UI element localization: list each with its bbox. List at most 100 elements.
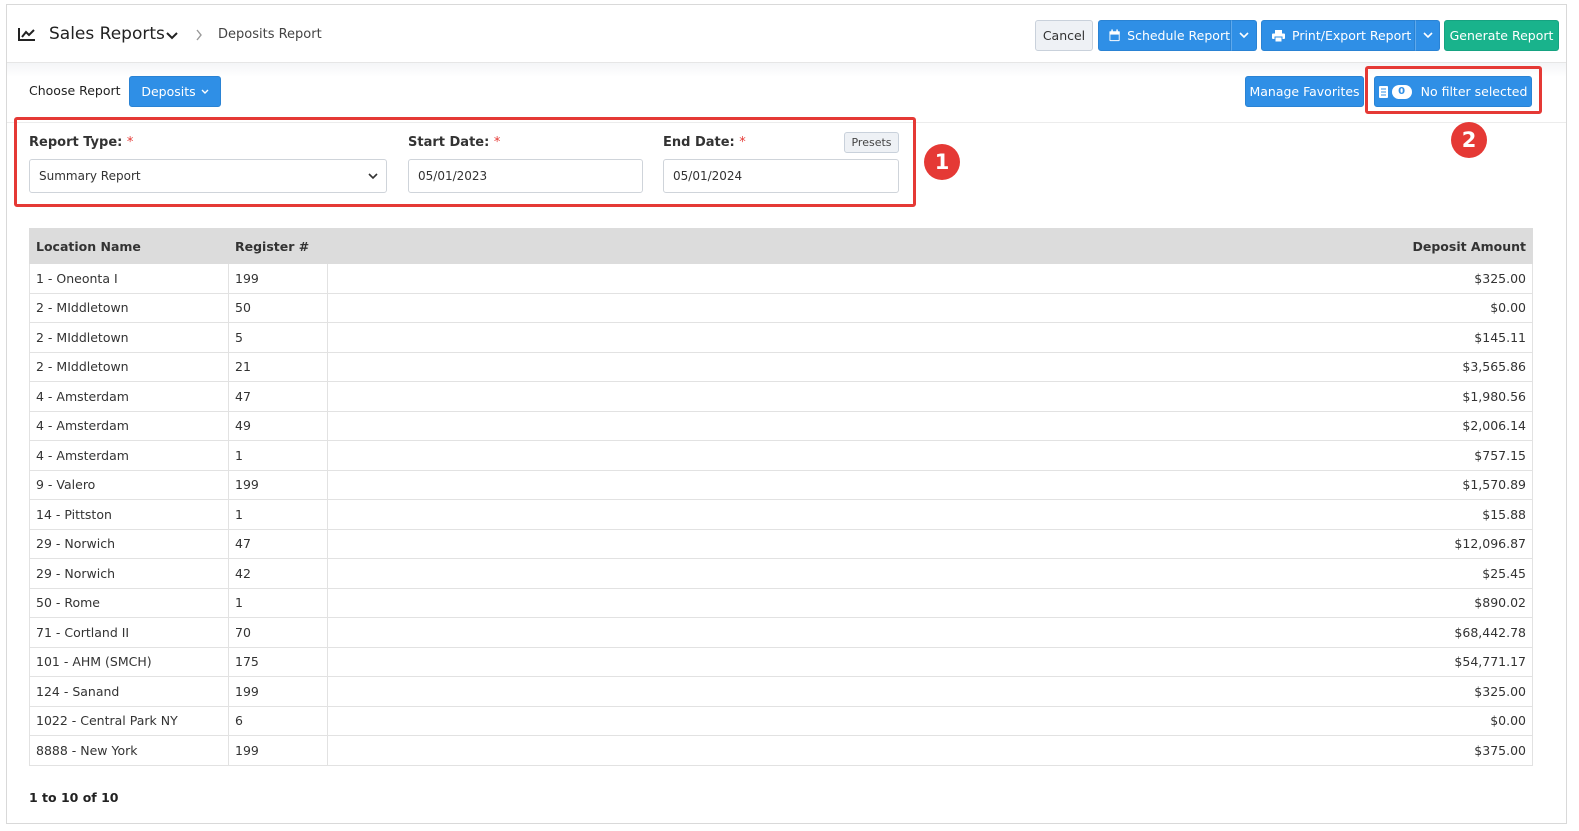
chevron-down-icon: [1239, 32, 1249, 39]
cell-register: 199: [228, 263, 328, 294]
cell-location: 4 - Amsterdam: [29, 410, 229, 441]
table-row[interactable]: 2 - MIddletown 5 $145.11: [29, 322, 1533, 353]
table-header-row: Location Name Register # Deposit Amount: [29, 228, 1533, 264]
report-type-value: Summary Report: [39, 169, 141, 183]
table-row[interactable]: 124 - Sanand 199 $325.00: [29, 676, 1533, 707]
cell-location: 29 - Norwich: [29, 558, 229, 589]
cell-amount: $325.00: [327, 263, 1533, 294]
end-date-input[interactable]: 05/01/2024: [663, 159, 899, 193]
table-row[interactable]: 8888 - New York 199 $375.00: [29, 735, 1533, 766]
schedule-report-label: Schedule Report: [1127, 28, 1230, 43]
cell-location: 2 - MIddletown: [29, 292, 229, 323]
cell-amount: $1,570.89: [327, 469, 1533, 500]
column-header-amount[interactable]: Deposit Amount: [327, 228, 1533, 264]
print-export-label: Print/Export Report: [1292, 28, 1412, 43]
cell-location: 4 - Amsterdam: [29, 381, 229, 412]
column-header-location[interactable]: Location Name: [29, 228, 229, 264]
cell-location: 4 - Amsterdam: [29, 440, 229, 471]
cell-register: 47: [228, 381, 328, 412]
table-row[interactable]: 101 - AHM (SMCH) 175 $54,771.17: [29, 646, 1533, 677]
printer-icon: [1272, 29, 1285, 42]
table-body: 1 - Oneonta I 199 $325.00 2 - MIddletown 50 $…: [29, 263, 1533, 766]
cell-amount: $0.00: [327, 292, 1533, 323]
cell-amount: $325.00: [327, 676, 1533, 707]
cell-register: 1: [228, 440, 328, 471]
start-date-label: Start Date: *: [408, 135, 501, 150]
chevron-down-icon: [368, 173, 378, 180]
cell-location: 2 - MIddletown: [29, 351, 229, 382]
cell-register: 47: [228, 528, 328, 559]
calendar-icon: [1109, 29, 1120, 42]
end-date-label: End Date: *: [663, 135, 746, 150]
cell-location: 101 - AHM (SMCH): [29, 646, 229, 677]
pagination-info: 1 to 10 of 10: [29, 790, 119, 805]
page-title[interactable]: Sales Reports: [49, 24, 165, 44]
table-row[interactable]: 2 - MIddletown 50 $0.00: [29, 292, 1533, 323]
chevron-down-icon: [1422, 32, 1433, 39]
cell-location: 29 - Norwich: [29, 528, 229, 559]
start-date-value: 05/01/2023: [418, 169, 488, 183]
deposits-table-wrap: Location Name Register # Deposit Amount …: [29, 228, 1533, 766]
cell-register: 199: [228, 469, 328, 500]
table-row[interactable]: 9 - Valero 199 $1,570.89: [29, 469, 1533, 500]
table-row[interactable]: 71 - Cortland II 70 $68,442.78: [29, 617, 1533, 648]
cell-amount: $375.00: [327, 735, 1533, 766]
print-export-button[interactable]: Print/Export Report: [1261, 20, 1415, 51]
report-selector-dropdown[interactable]: Deposits: [129, 76, 221, 107]
schedule-report-button[interactable]: Schedule Report: [1098, 20, 1231, 51]
report-selector-label: Deposits: [141, 84, 196, 99]
cell-register: 49: [228, 410, 328, 441]
cell-register: 50: [228, 292, 328, 323]
end-date-value: 05/01/2024: [673, 169, 743, 183]
cell-location: 9 - Valero: [29, 469, 229, 500]
generate-report-button[interactable]: Generate Report: [1444, 20, 1559, 51]
cell-amount: $890.02: [327, 587, 1533, 618]
table-row[interactable]: 1022 - Central Park NY 6 $0.00: [29, 705, 1533, 736]
table-row[interactable]: 14 - Pittston 1 $15.88: [29, 499, 1533, 530]
presets-label: Presets: [851, 136, 892, 149]
cell-amount: $145.11: [327, 322, 1533, 353]
column-header-register[interactable]: Register #: [228, 228, 328, 264]
table-row[interactable]: 1 - Oneonta I 199 $325.00: [29, 263, 1533, 294]
cancel-button[interactable]: Cancel: [1035, 20, 1093, 51]
report-type-label: Report Type: *: [29, 135, 134, 150]
start-date-input[interactable]: 05/01/2023: [408, 159, 643, 193]
cell-location: 50 - Rome: [29, 587, 229, 618]
table-row[interactable]: 50 - Rome 1 $890.02: [29, 587, 1533, 618]
manage-favorites-label: Manage Favorites: [1249, 84, 1360, 99]
choose-report-label: Choose Report: [29, 83, 121, 98]
cancel-button-label: Cancel: [1042, 28, 1086, 43]
table-row[interactable]: 29 - Norwich 47 $12,096.87: [29, 528, 1533, 559]
chevron-down-icon[interactable]: [166, 32, 178, 40]
annotation-marker-1: 1: [924, 144, 960, 180]
cell-amount: $1,980.56: [327, 381, 1533, 412]
required-mark: *: [126, 135, 134, 150]
line-chart-icon: [18, 28, 35, 41]
annotation-marker-2: 2: [1451, 122, 1487, 158]
table-row[interactable]: 4 - Amsterdam 1 $757.15: [29, 440, 1533, 471]
table-row[interactable]: 29 - Norwich 42 $25.45: [29, 558, 1533, 589]
cell-register: 199: [228, 676, 328, 707]
cell-amount: $0.00: [327, 705, 1533, 736]
cell-amount: $757.15: [327, 440, 1533, 471]
required-mark: *: [493, 135, 501, 150]
cell-amount: $15.88: [327, 499, 1533, 530]
cell-location: 124 - Sanand: [29, 676, 229, 707]
table-row[interactable]: 2 - MIddletown 21 $3,565.86: [29, 351, 1533, 382]
table-row[interactable]: 4 - Amsterdam 49 $2,006.14: [29, 410, 1533, 441]
report-frame: Sales Reports Deposits Report Cancel Sch…: [6, 4, 1567, 824]
cell-location: 8888 - New York: [29, 735, 229, 766]
print-export-dropdown[interactable]: [1415, 20, 1440, 51]
cell-register: 199: [228, 735, 328, 766]
cell-register: 175: [228, 646, 328, 677]
presets-button[interactable]: Presets: [844, 132, 899, 153]
breadcrumb-current: Deposits Report: [218, 27, 322, 42]
report-type-select[interactable]: Summary Report: [29, 159, 387, 193]
chevron-down-icon: [201, 89, 209, 94]
table-row[interactable]: 4 - Amsterdam 47 $1,980.56: [29, 381, 1533, 412]
schedule-report-dropdown[interactable]: [1231, 20, 1257, 51]
manage-favorites-button[interactable]: Manage Favorites: [1245, 76, 1364, 107]
cell-location: 1022 - Central Park NY: [29, 705, 229, 736]
cell-register: 1: [228, 587, 328, 618]
cell-register: 6: [228, 705, 328, 736]
